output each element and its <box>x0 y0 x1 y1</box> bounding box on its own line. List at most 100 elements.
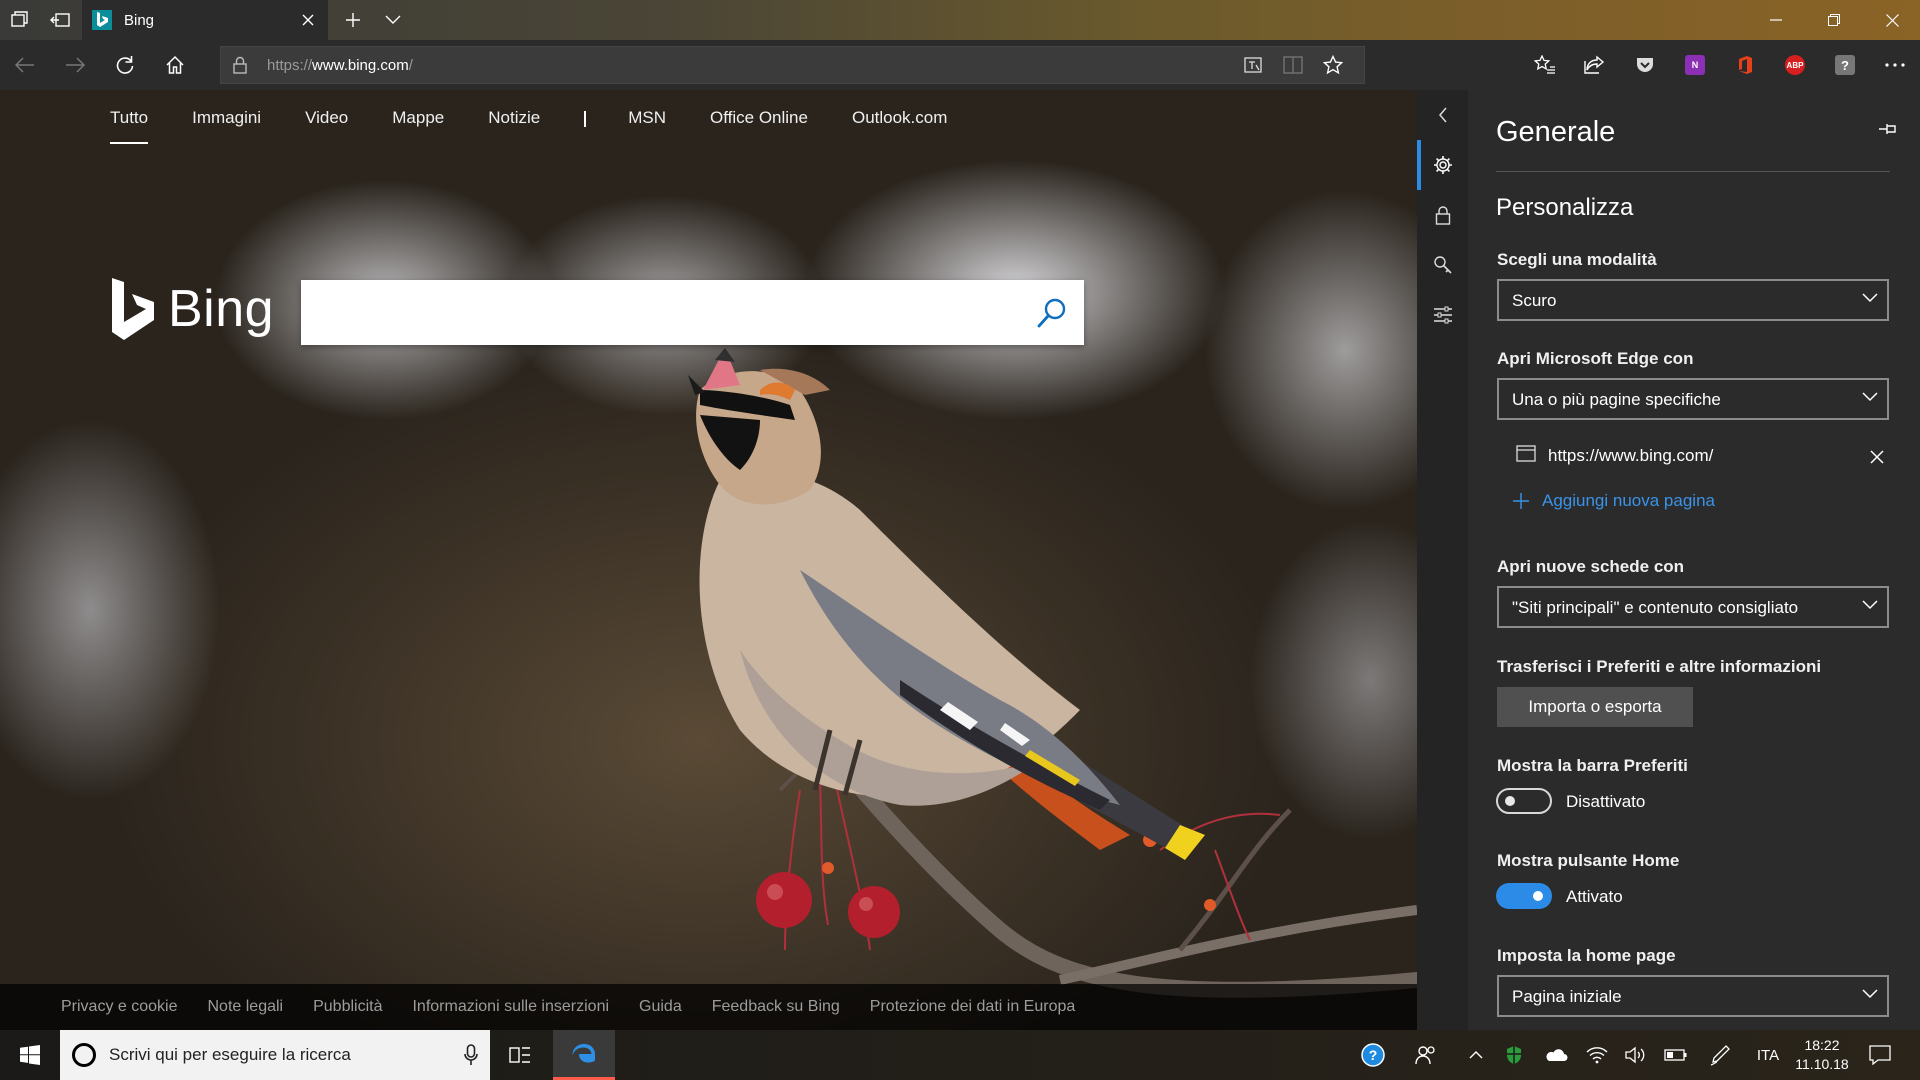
onedrive-cloud-icon[interactable] <box>1536 1030 1576 1080</box>
bing-search-box[interactable] <box>301 280 1084 345</box>
favorites-bar-toggle[interactable] <box>1496 788 1552 814</box>
svg-text:?: ? <box>1369 1047 1378 1063</box>
title-bar: Bing <box>0 0 1920 40</box>
tab-preview-chevron-icon[interactable] <box>373 0 413 40</box>
nav-office-online[interactable]: Office Online <box>710 108 808 144</box>
nav-news[interactable]: Notizie <box>488 108 540 144</box>
chevron-down-icon <box>1862 293 1878 303</box>
favorites-hub-icon[interactable] <box>1520 40 1570 90</box>
advanced-sliders-icon[interactable] <box>1417 290 1468 340</box>
start-page-row: https://www.bing.com/ <box>1516 442 1896 472</box>
forward-icon[interactable] <box>50 40 100 90</box>
nav-images[interactable]: Immagini <box>192 108 261 144</box>
bing-logo[interactable]: Bing <box>110 278 274 340</box>
help-tray-icon[interactable]: ? <box>1353 1030 1393 1080</box>
windows-taskbar: Scrivi qui per eseguire la ricerca ? ITA… <box>0 1030 1920 1080</box>
privacy-lock-icon[interactable] <box>1417 190 1468 240</box>
footer-legal-link[interactable]: Note legali <box>208 998 284 1016</box>
taskbar-clock[interactable]: 18:22 11.10.18 <box>1790 1036 1854 1074</box>
url-text[interactable]: https://www.bing.com/ <box>267 57 413 74</box>
favorite-star-icon[interactable] <box>1313 47 1353 83</box>
share-icon[interactable] <box>1569 40 1619 90</box>
set-tabs-aside-icon[interactable] <box>40 0 80 40</box>
people-icon[interactable] <box>1406 1030 1446 1080</box>
footer-advertising-link[interactable]: Pubblicità <box>313 998 382 1016</box>
edge-taskbar-button[interactable] <box>553 1030 615 1080</box>
language-label: ITA <box>1756 1046 1780 1064</box>
collapse-panel-chevron-icon[interactable] <box>1417 90 1468 140</box>
bing-search-input[interactable] <box>317 294 1017 330</box>
office-extension-icon[interactable] <box>1720 40 1770 90</box>
tab-actions-icon[interactable] <box>0 0 40 40</box>
adblock-plus-extension-icon[interactable]: ABP <box>1770 40 1820 90</box>
home-icon[interactable] <box>150 40 200 90</box>
import-export-button[interactable]: Importa o esporta <box>1497 687 1693 727</box>
home-page-dropdown[interactable]: Pagina iniziale <box>1497 975 1889 1017</box>
mode-dropdown[interactable]: Scuro <box>1497 279 1889 321</box>
clock-date: 11.10.18 <box>1795 1056 1849 1072</box>
nav-videos[interactable]: Video <box>305 108 348 144</box>
edge-logo-icon <box>572 1044 596 1063</box>
new-tabs-label: Apri nuove schede con <box>1497 557 1685 576</box>
mode-dropdown-value: Scuro <box>1512 291 1557 310</box>
add-new-page-link[interactable]: Aggiungi nuova pagina <box>1512 491 1715 511</box>
footer-about-ads-link[interactable]: Informazioni sulle inserzioni <box>412 998 609 1016</box>
address-bar[interactable]: https://www.bing.com/ <box>220 46 1365 84</box>
extension-translate-icon[interactable] <box>1233 47 1273 83</box>
new-tabs-dropdown[interactable]: "Siti principali" e contenuto consigliat… <box>1497 586 1889 628</box>
task-view-icon[interactable] <box>495 1030 545 1080</box>
start-button[interactable] <box>0 1030 60 1080</box>
close-window-icon[interactable] <box>1864 0 1920 40</box>
settings-title: Generale <box>1496 116 1616 148</box>
input-language-indicator[interactable]: ITA <box>1746 1030 1790 1080</box>
toggle-knob <box>1505 796 1515 806</box>
settings-gear-icon[interactable] <box>1417 140 1468 190</box>
nav-all[interactable]: Tutto <box>110 108 149 144</box>
volume-icon[interactable] <box>1618 1030 1654 1080</box>
search-icon[interactable] <box>1036 297 1068 329</box>
windows-ink-pen-icon[interactable] <box>1700 1030 1740 1080</box>
footer-help-link[interactable]: Guida <box>639 998 682 1016</box>
home-button-toggle[interactable] <box>1496 883 1552 909</box>
more-options-icon[interactable] <box>1870 40 1920 90</box>
action-center-icon[interactable] <box>1856 1030 1904 1080</box>
web-page-icon <box>1516 445 1536 462</box>
restore-icon[interactable] <box>1806 0 1862 40</box>
pin-panel-icon[interactable] <box>1878 122 1898 136</box>
home-button-label: Mostra pulsante Home <box>1497 851 1680 870</box>
back-icon[interactable] <box>0 40 50 90</box>
battery-icon[interactable] <box>1656 1030 1696 1080</box>
remove-page-close-icon[interactable] <box>1862 442 1892 472</box>
chevron-down-icon <box>1862 600 1878 610</box>
passwords-key-icon[interactable] <box>1417 240 1468 290</box>
microphone-icon[interactable] <box>464 1044 478 1066</box>
defender-shield-icon[interactable] <box>1496 1030 1532 1080</box>
wifi-icon[interactable] <box>1578 1030 1616 1080</box>
footer-data-protection-link[interactable]: Protezione dei dati in Europa <box>870 998 1075 1016</box>
taskbar-search-placeholder: Scrivi qui per eseguire la ricerca <box>109 1045 351 1064</box>
lock-icon[interactable] <box>233 56 247 74</box>
pocket-extension-icon[interactable] <box>1620 40 1670 90</box>
nav-msn[interactable]: MSN <box>628 108 666 144</box>
open-with-dropdown-value: Una o più pagine specifiche <box>1512 390 1721 409</box>
open-with-dropdown[interactable]: Una o più pagine specifiche <box>1497 378 1889 420</box>
show-hidden-icons-chevron-icon[interactable] <box>1458 1030 1494 1080</box>
toggle-knob <box>1533 891 1543 901</box>
plus-icon <box>1513 493 1529 509</box>
reading-view-icon[interactable] <box>1273 47 1313 83</box>
new-tabs-dropdown-value: "Siti principali" e contenuto consigliat… <box>1512 598 1799 617</box>
onenote-extension-icon[interactable]: N <box>1670 40 1720 90</box>
tab-title: Bing <box>124 11 155 29</box>
nav-maps[interactable]: Mappe <box>392 108 444 144</box>
refresh-icon[interactable] <box>100 40 150 90</box>
waxwing-bird-background-image <box>688 348 1417 998</box>
minimize-icon[interactable] <box>1748 0 1804 40</box>
nav-outlook[interactable]: Outlook.com <box>852 108 947 144</box>
new-tab-icon[interactable] <box>333 0 373 40</box>
taskbar-search-box[interactable]: Scrivi qui per eseguire la ricerca <box>60 1030 490 1080</box>
tab-close-icon[interactable] <box>288 0 328 40</box>
footer-feedback-link[interactable]: Feedback su Bing <box>712 998 840 1016</box>
help-extension-icon[interactable]: ? <box>1820 40 1870 90</box>
tab-bing[interactable]: Bing <box>82 0 328 40</box>
footer-privacy-link[interactable]: Privacy e cookie <box>61 998 178 1016</box>
